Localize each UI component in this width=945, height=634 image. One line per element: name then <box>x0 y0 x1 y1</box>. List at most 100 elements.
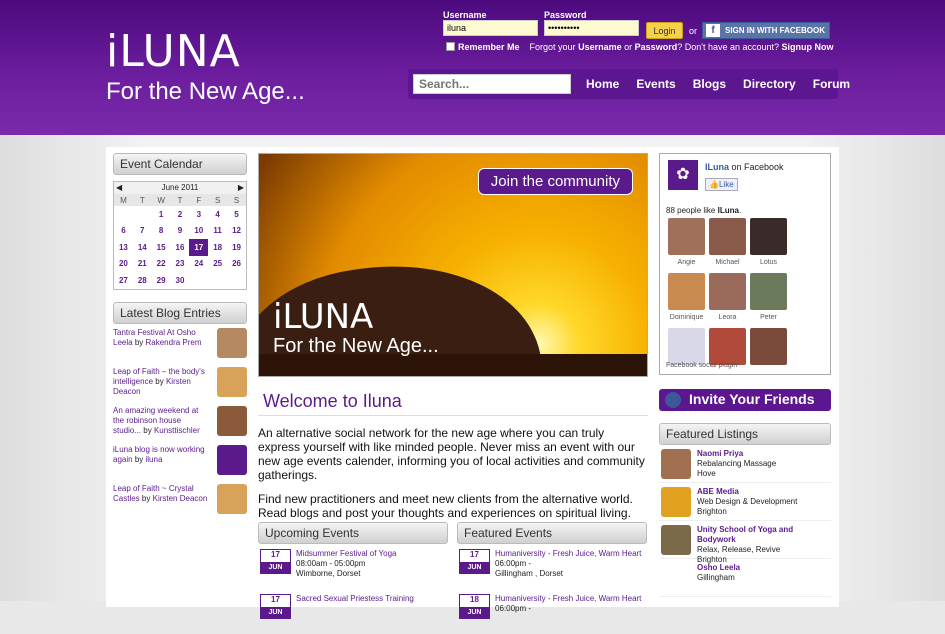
listing-item[interactable]: ABE Media Web Design & Development Brighto… <box>659 487 831 521</box>
facebook-fan[interactable]: Lotus <box>748 218 789 273</box>
listing-name[interactable]: Naomi Priya <box>697 449 829 459</box>
calendar-day[interactable]: 14 <box>133 239 152 256</box>
calendar-day[interactable]: 30 <box>171 272 190 289</box>
blog-entry-text: An amazing weekend at the robinson house… <box>113 406 208 436</box>
nav-blogs[interactable]: Blogs <box>693 77 726 91</box>
blog-entry[interactable]: Leap of Faith ~ Crystal Castles by Kirst… <box>113 483 247 519</box>
calendar-day[interactable]: 25 <box>208 256 227 273</box>
login-button[interactable]: Login <box>646 22 683 39</box>
facebook-like-button[interactable]: 👍Like <box>705 178 738 191</box>
calendar-day[interactable]: 4 <box>208 206 227 223</box>
calendar-day[interactable]: 17 <box>189 239 209 256</box>
event-item[interactable]: 17 JUN Humaniversity - Fresh Juice, Warm H… <box>457 549 647 589</box>
blog-entry[interactable]: An amazing weekend at the robinson house… <box>113 405 247 441</box>
featured-listings-heading: Featured Listings <box>659 423 831 445</box>
nav-home[interactable]: Home <box>586 77 619 91</box>
blog-entry-thumbnail[interactable] <box>217 444 247 475</box>
username-field[interactable] <box>443 20 538 36</box>
calendar-day[interactable]: 19 <box>227 239 246 256</box>
calendar-day[interactable]: 9 <box>171 223 190 240</box>
facebook-fan[interactable] <box>707 328 748 383</box>
calendar-day[interactable]: 2 <box>171 206 190 223</box>
event-title[interactable]: Midsummer Festival of Yoga <box>296 549 446 559</box>
calendar-day[interactable]: 29 <box>152 272 171 289</box>
listing-item[interactable]: Unity School of Yoga and Bodywork Relax, … <box>659 525 831 564</box>
facebook-on-text: on Facebook <box>731 162 784 172</box>
calendar-day[interactable]: 16 <box>171 239 190 256</box>
forgot-username-link[interactable]: Username <box>578 42 622 52</box>
calendar-day[interactable]: 18 <box>208 239 227 256</box>
calendar-day[interactable]: 10 <box>189 223 208 240</box>
calendar-day[interactable]: 8 <box>152 223 171 240</box>
calendar-day[interactable]: 13 <box>114 239 133 256</box>
prev-month-icon[interactable]: ◀ <box>116 182 122 194</box>
event-item[interactable]: 17 JUN Midsummer Festival of Yoga 08:00am -… <box>258 549 448 589</box>
nav-directory[interactable]: Directory <box>743 77 796 91</box>
event-item[interactable]: 17 JUN Sacred Sexual Priestess Training <box>258 594 448 634</box>
signup-link[interactable]: Signup Now <box>782 42 834 52</box>
facebook-fan[interactable]: Leora <box>707 273 748 328</box>
search-input[interactable] <box>413 74 571 94</box>
blog-entry[interactable]: Tantra Festival At Osho Leela by Rakendr… <box>113 327 247 363</box>
listing-item[interactable]: Osho Leela Gillingham <box>659 563 831 597</box>
calendar-day[interactable]: 23 <box>171 256 190 273</box>
facebook-page-avatar[interactable]: ✿ <box>668 160 698 190</box>
facebook-fan-count: 88 people like ILuna. <box>666 206 742 215</box>
calendar-day[interactable]: 12 <box>227 223 246 240</box>
event-title[interactable]: Humaniversity - Fresh Juice, Warm Heart <box>495 594 645 604</box>
calendar-day[interactable]: 21 <box>133 256 152 273</box>
forgot-password-link[interactable]: Password <box>635 42 678 52</box>
calendar-day[interactable]: 28 <box>133 272 152 289</box>
event-title[interactable]: Sacred Sexual Priestess Training <box>296 594 446 604</box>
blog-entry[interactable]: Leap of Faith – the body's intelligence … <box>113 366 247 402</box>
calendar-day[interactable]: 6 <box>114 223 133 240</box>
event-day: 18 <box>470 595 479 604</box>
blog-entry-author[interactable]: Rakendra Prem <box>146 338 202 347</box>
calendar-day[interactable]: 20 <box>114 256 133 273</box>
facebook-fan[interactable]: Peter <box>748 273 789 328</box>
facebook-page-name[interactable]: ILuna on Facebook <box>705 162 784 172</box>
next-month-icon[interactable]: ▶ <box>238 182 244 194</box>
listing-name[interactable]: ABE Media <box>697 487 829 497</box>
calendar-day[interactable]: 26 <box>227 256 246 273</box>
calendar-day[interactable]: 5 <box>227 206 246 223</box>
listing-name[interactable]: Unity School of Yoga and Bodywork <box>697 525 829 545</box>
blog-entry-thumbnail[interactable] <box>217 405 247 436</box>
facebook-fan[interactable] <box>666 328 707 383</box>
calendar-day[interactable]: 22 <box>152 256 171 273</box>
blog-entry-thumbnail[interactable] <box>217 366 247 397</box>
calendar-day[interactable]: 3 <box>189 206 208 223</box>
remember-label[interactable]: Remember Me <box>458 42 520 52</box>
fan-name: Dominique <box>669 314 704 321</box>
password-field[interactable] <box>544 20 639 36</box>
event-title[interactable]: Humaniversity - Fresh Juice, Warm Heart <box>495 549 645 559</box>
calendar-day[interactable]: 1 <box>152 206 171 223</box>
nav-events[interactable]: Events <box>636 77 675 91</box>
site-logo[interactable]: iLUNA For the New Age... <box>106 30 305 106</box>
listing-name[interactable]: Osho Leela <box>697 563 829 573</box>
blog-entry[interactable]: iLuna blog is now working again by iluna <box>113 444 247 480</box>
hero-banner[interactable]: Join the community iLUNA For the New Age… <box>258 153 648 377</box>
remember-checkbox[interactable] <box>446 42 455 51</box>
calendar-day[interactable]: 27 <box>114 272 133 289</box>
facebook-fan[interactable]: Michael <box>707 218 748 273</box>
blog-entry-author[interactable]: iluna <box>146 455 163 464</box>
nav-forum[interactable]: Forum <box>813 77 850 91</box>
calendar-day[interactable]: 15 <box>152 239 171 256</box>
facebook-fan[interactable] <box>748 328 789 383</box>
facebook-fan[interactable]: Dominique <box>666 273 707 328</box>
join-community-button[interactable]: Join the community <box>477 168 633 195</box>
invite-friends-button[interactable]: Invite Your Friends <box>659 389 831 411</box>
blog-entry-thumbnail[interactable] <box>217 483 247 514</box>
blog-entry-author[interactable]: Kunsttischler <box>154 426 200 435</box>
blog-entry-author[interactable]: Kirsten Deacon <box>153 494 208 503</box>
calendar-day[interactable]: 24 <box>189 256 208 273</box>
nav-links: Home Events Blogs Directory Forum <box>586 77 850 91</box>
calendar-day[interactable]: 11 <box>208 223 227 240</box>
facebook-fan[interactable]: Angie <box>666 218 707 273</box>
blog-entry-thumbnail[interactable] <box>217 327 247 358</box>
facebook-signin-button[interactable]: f SIGN IN WITH FACEBOOK <box>702 22 830 39</box>
calendar-day[interactable]: 7 <box>133 223 152 240</box>
listing-item[interactable]: Naomi Priya Rebalancing Massage Hove <box>659 449 831 483</box>
event-item[interactable]: 18 JUN Humaniversity - Fresh Juice, Warm H… <box>457 594 647 634</box>
